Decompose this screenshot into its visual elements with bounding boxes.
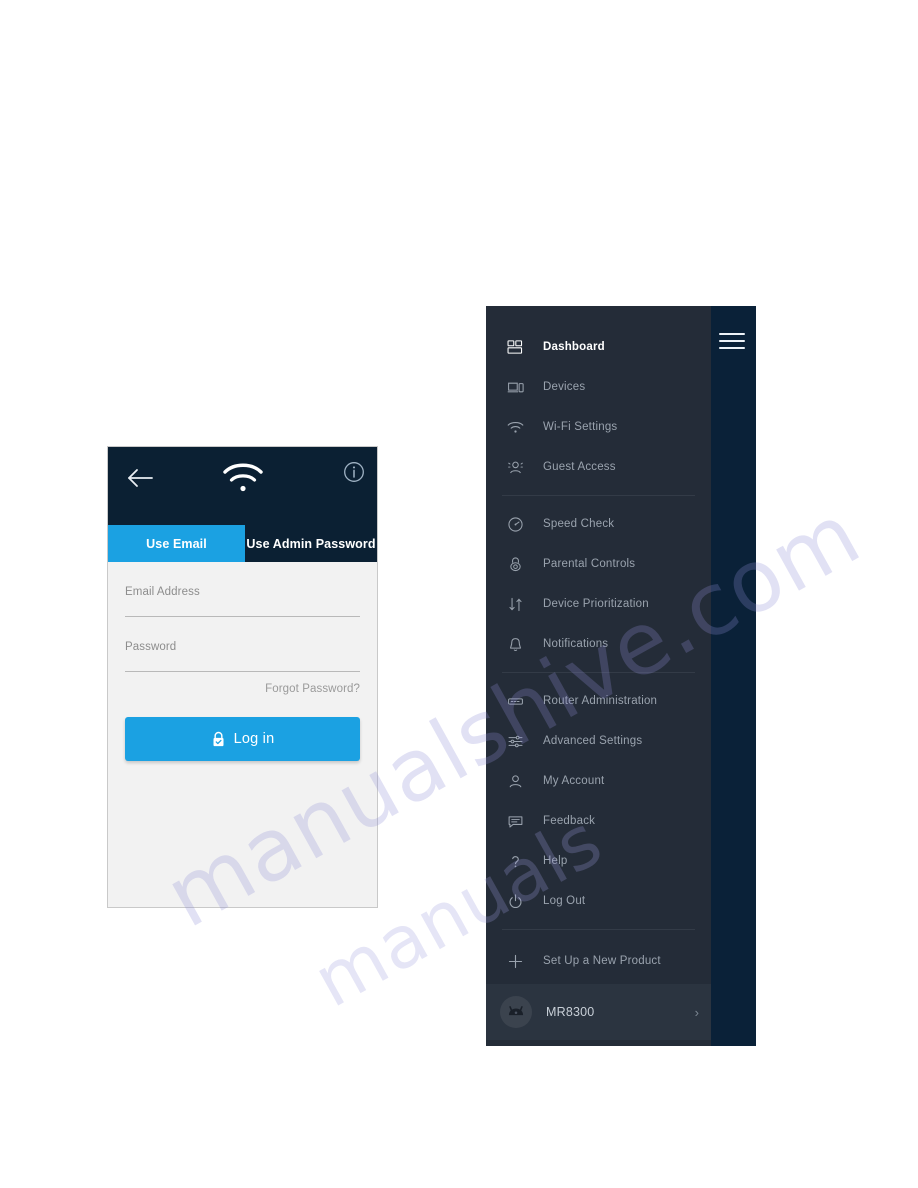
sidebar-item-log-out-label: Log Out: [543, 895, 586, 907]
forgot-password-link[interactable]: Forgot Password?: [125, 672, 360, 695]
router-icon: [504, 690, 526, 712]
back-arrow-icon[interactable]: [125, 462, 157, 494]
sidebar-item-my-account-label: My Account: [543, 775, 605, 787]
nav-group-primary: Dashboard Devices Wi-Fi Settings Guest A…: [486, 306, 711, 487]
nav-divider: [502, 495, 695, 496]
current-device-row[interactable]: MR8300 ›: [486, 984, 711, 1040]
nav-drawer: Dashboard Devices Wi-Fi Settings Guest A…: [486, 306, 711, 1046]
sidebar-item-wifi-settings[interactable]: Wi-Fi Settings: [486, 407, 711, 447]
sidebar-item-device-prioritization[interactable]: Device Prioritization: [486, 584, 711, 624]
password-field-label: Password: [125, 641, 177, 653]
sidebar-item-advanced-settings[interactable]: Advanced Settings: [486, 721, 711, 761]
sidebar-item-feedback[interactable]: Feedback: [486, 801, 711, 841]
nav-group-setup: Set Up a New Product: [486, 938, 711, 984]
sidebar-item-my-account[interactable]: My Account: [486, 761, 711, 801]
nav-group-tools: Speed Check Parental Controls Device Pri…: [486, 504, 711, 664]
page-root: Use Email Use Admin Password Email Addre…: [0, 0, 918, 1188]
log-in-button-label: Log in: [233, 731, 275, 747]
sidebar-item-help[interactable]: Help: [486, 841, 711, 881]
hamburger-icon[interactable]: [719, 333, 745, 351]
person-icon: [504, 770, 526, 792]
sidebar-item-feedback-label: Feedback: [543, 815, 596, 827]
sidebar-item-speed-check-label: Speed Check: [543, 518, 615, 530]
bell-icon: [504, 633, 526, 655]
login-form: Email Address Password Forgot Password? …: [108, 562, 377, 907]
question-mark-icon: [504, 850, 526, 872]
tab-use-admin-password-label: Use Admin Password: [246, 536, 376, 551]
sidebar-item-set-up-a-new-product[interactable]: Set Up a New Product: [486, 938, 711, 984]
sidebar-item-notifications[interactable]: Notifications: [486, 624, 711, 664]
chevron-right-icon[interactable]: ›: [695, 1005, 699, 1020]
tab-use-email[interactable]: Use Email: [108, 525, 245, 562]
sidebar-item-dashboard[interactable]: Dashboard: [486, 327, 711, 367]
hamburger-line: [719, 333, 745, 335]
nav-group-account: Router Administration Advanced Settings: [486, 681, 711, 921]
current-device-name: MR8300: [546, 1005, 595, 1019]
sliders-icon: [504, 730, 526, 752]
guest-access-icon: [504, 456, 526, 478]
lock-icon: [504, 553, 526, 575]
power-icon: [504, 890, 526, 912]
sidebar-item-log-out[interactable]: Log Out: [486, 881, 711, 921]
login-screen-card: Use Email Use Admin Password Email Addre…: [107, 446, 378, 908]
sidebar-item-help-label: Help: [543, 855, 568, 867]
sidebar-item-notifications-label: Notifications: [543, 638, 609, 650]
sidebar-item-parental-controls[interactable]: Parental Controls: [486, 544, 711, 584]
devices-icon: [504, 376, 526, 398]
hamburger-line: [719, 340, 745, 342]
chat-icon: [504, 810, 526, 832]
sidebar-item-guest-access-label: Guest Access: [543, 461, 616, 473]
login-tabs: Use Email Use Admin Password: [108, 525, 377, 562]
dashboard-icon: [504, 336, 526, 358]
email-field[interactable]: Email Address: [125, 562, 360, 617]
nav-divider: [502, 672, 695, 673]
sidebar-item-router-administration[interactable]: Router Administration: [486, 681, 711, 721]
sidebar-item-advanced-settings-label: Advanced Settings: [543, 735, 643, 747]
sidebar-item-speed-check[interactable]: Speed Check: [486, 504, 711, 544]
up-down-arrows-icon: [504, 593, 526, 615]
sidebar-item-devices[interactable]: Devices: [486, 367, 711, 407]
sidebar-item-device-prioritization-label: Device Prioritization: [543, 598, 649, 610]
log-in-button[interactable]: Log in: [125, 717, 360, 761]
info-icon[interactable]: [342, 460, 366, 484]
password-field-underline: [125, 671, 360, 672]
speedometer-icon: [504, 513, 526, 535]
sidebar-item-guest-access[interactable]: Guest Access: [486, 447, 711, 487]
wifi-icon: [504, 416, 526, 438]
tab-use-email-label: Use Email: [146, 536, 207, 551]
router-thumbnail-icon: [500, 996, 532, 1028]
email-field-label: Email Address: [125, 586, 200, 598]
sidebar-item-router-administration-label: Router Administration: [543, 695, 658, 707]
hamburger-line: [719, 347, 745, 349]
wifi-icon: [220, 459, 266, 499]
tab-use-admin-password[interactable]: Use Admin Password: [245, 525, 377, 562]
sidebar-item-devices-label: Devices: [543, 381, 586, 393]
lock-check-icon: [211, 731, 226, 748]
nav-divider: [502, 929, 695, 930]
nav-drawer-backdrop: Dashboard Devices Wi-Fi Settings Guest A…: [486, 306, 756, 1046]
password-field[interactable]: Password: [125, 617, 360, 672]
plus-icon: [504, 950, 526, 972]
sidebar-item-set-up-a-new-product-label: Set Up a New Product: [543, 955, 661, 967]
login-header: [108, 447, 377, 525]
sidebar-item-wifi-settings-label: Wi-Fi Settings: [543, 421, 618, 433]
sidebar-item-dashboard-label: Dashboard: [543, 341, 605, 353]
sidebar-item-parental-controls-label: Parental Controls: [543, 558, 636, 570]
